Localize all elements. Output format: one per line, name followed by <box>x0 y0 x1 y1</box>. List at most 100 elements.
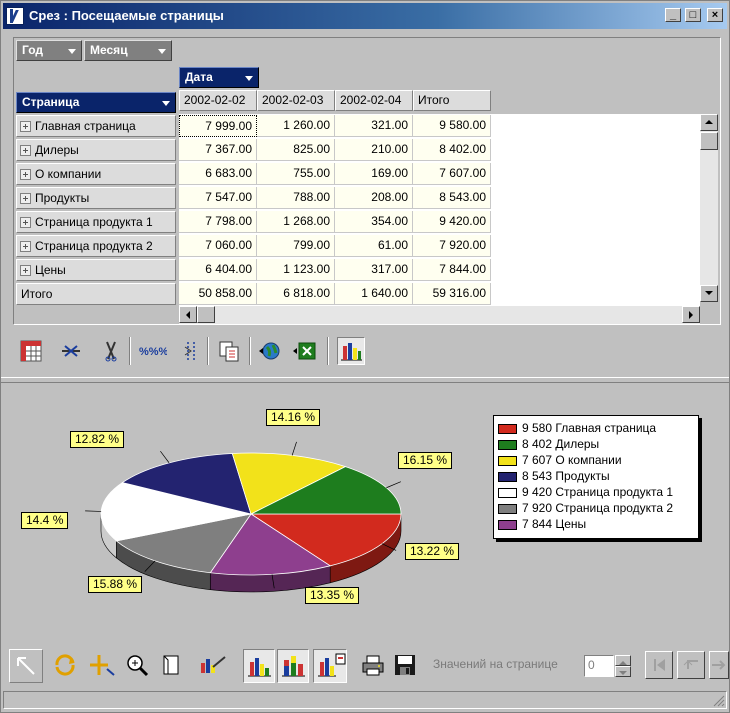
close-button[interactable]: × <box>707 8 723 22</box>
table-cell[interactable]: 9 420.00 <box>413 211 491 233</box>
row-header[interactable]: Страница продукта 2 <box>16 235 176 257</box>
spin-up-button[interactable] <box>615 655 631 666</box>
scroll-down-button[interactable] <box>700 285 718 302</box>
table-cell[interactable]: 6 683.00 <box>179 163 257 185</box>
table-cell[interactable]: 61.00 <box>335 235 413 257</box>
table-cell[interactable]: 6 404.00 <box>179 259 257 281</box>
row-header[interactable]: Страница продукта 1 <box>16 211 176 233</box>
maximize-button[interactable]: □ <box>685 8 701 22</box>
expand-icon[interactable] <box>20 121 31 132</box>
stacked-chart-icon[interactable] <box>277 649 309 683</box>
total-cell[interactable]: 6 818.00 <box>257 283 335 305</box>
table-cell[interactable]: 7 547.00 <box>179 187 257 209</box>
table-cell[interactable]: 7 367.00 <box>179 139 257 161</box>
table-cell[interactable]: 9 580.00 <box>413 115 491 137</box>
total-cell[interactable]: 1 640.00 <box>335 283 413 305</box>
web-export-icon[interactable] <box>257 339 281 363</box>
table-cell[interactable]: 755.00 <box>257 163 335 185</box>
row-header-label: Дилеры <box>35 143 79 157</box>
scroll-up-button[interactable] <box>700 114 718 131</box>
horizontal-scrollbar[interactable] <box>179 306 700 324</box>
row-header[interactable]: Продукты <box>16 187 176 209</box>
table-cell[interactable]: 354.00 <box>335 211 413 233</box>
table-cell[interactable]: 788.00 <box>257 187 335 209</box>
swap-axes-icon[interactable] <box>59 339 83 363</box>
total-cell[interactable]: 59 316.00 <box>413 283 491 305</box>
table-cell[interactable]: 7 798.00 <box>179 211 257 233</box>
chart-toggle-icon[interactable] <box>337 337 365 365</box>
table-cell[interactable]: 799.00 <box>257 235 335 257</box>
filter-field-year[interactable]: Год <box>16 40 82 61</box>
total-row-header[interactable]: Итого <box>16 283 176 305</box>
filter-field-month[interactable]: Месяц <box>84 40 172 61</box>
first-page-button[interactable] <box>645 651 673 679</box>
table-cell[interactable]: 8 402.00 <box>413 139 491 161</box>
table-cell[interactable]: 169.00 <box>335 163 413 185</box>
expand-icon[interactable] <box>20 193 31 204</box>
chart-edit-icon[interactable] <box>199 653 226 677</box>
column-header[interactable]: 2002-02-02 <box>179 90 257 111</box>
row-header[interactable]: Главная страница <box>16 115 176 137</box>
move-icon[interactable] <box>87 653 115 677</box>
spin-down-button[interactable] <box>615 666 631 677</box>
scroll-thumb[interactable] <box>700 132 718 150</box>
next-page-icon <box>712 660 726 670</box>
table-cell[interactable]: 7 607.00 <box>413 163 491 185</box>
expand-icon[interactable] <box>20 265 31 276</box>
column-header[interactable]: Итого <box>413 90 491 111</box>
table-cell[interactable]: 208.00 <box>335 187 413 209</box>
table-cell[interactable]: 7 844.00 <box>413 259 491 281</box>
expand-icon[interactable] <box>20 217 31 228</box>
row-header[interactable]: Дилеры <box>16 139 176 161</box>
table-cell[interactable]: 1 260.00 <box>257 115 335 137</box>
save-icon[interactable] <box>393 653 417 677</box>
rotate-icon[interactable] <box>53 653 77 677</box>
title-bar[interactable]: Срез : Посещаемые страницы _ □ × <box>3 3 727 29</box>
pointer-tool-icon[interactable] <box>9 649 43 683</box>
print-icon[interactable] <box>361 653 385 677</box>
column-header[interactable]: 2002-02-03 <box>257 90 335 111</box>
table-cell[interactable]: 7 999.00 <box>179 115 257 137</box>
pivot-layout-icon[interactable] <box>19 339 43 363</box>
row-field-page[interactable]: Страница <box>16 92 176 113</box>
row-header-label: О компании <box>35 167 102 181</box>
rows-per-page-input[interactable]: 0 <box>584 655 614 677</box>
sort-icon[interactable] <box>179 339 203 363</box>
row-header[interactable]: Цены <box>16 259 176 281</box>
table-cell[interactable]: 1 123.00 <box>257 259 335 281</box>
minimize-button[interactable]: _ <box>665 8 681 22</box>
table-cell[interactable]: 1 268.00 <box>257 211 335 233</box>
next-page-button[interactable] <box>709 651 729 679</box>
splitter[interactable] <box>1 377 729 383</box>
column-field-date[interactable]: Дата <box>179 67 259 88</box>
expand-icon[interactable] <box>20 241 31 252</box>
resize-grip-icon[interactable] <box>711 693 725 707</box>
row-header[interactable]: О компании <box>16 163 176 185</box>
scroll-thumb[interactable] <box>197 306 215 323</box>
pie-leader-line <box>160 450 170 464</box>
number-format-icon[interactable]: %%% <box>139 339 169 363</box>
prev-page-button[interactable] <box>677 651 705 679</box>
table-cell[interactable]: 210.00 <box>335 139 413 161</box>
table-cell[interactable]: 7 920.00 <box>413 235 491 257</box>
table-cell[interactable]: 7 060.00 <box>179 235 257 257</box>
scroll-left-button[interactable] <box>179 306 197 323</box>
vertical-scrollbar[interactable] <box>700 114 718 302</box>
total-cell[interactable]: 50 858.00 <box>179 283 257 305</box>
expand-icon[interactable] <box>20 145 31 156</box>
expand-icon[interactable] <box>20 169 31 180</box>
copy-icon[interactable] <box>217 339 241 363</box>
excel-export-icon[interactable] <box>291 339 316 363</box>
column-header[interactable]: 2002-02-04 <box>335 90 413 111</box>
table-cell[interactable]: 825.00 <box>257 139 335 161</box>
app-icon[interactable] <box>6 7 24 25</box>
bar-chart-icon[interactable] <box>243 649 275 683</box>
table-cell[interactable]: 8 543.00 <box>413 187 491 209</box>
table-cell[interactable]: 317.00 <box>335 259 413 281</box>
page-icon[interactable] <box>159 653 183 677</box>
table-cell[interactable]: 321.00 <box>335 115 413 137</box>
zoom-icon[interactable] <box>125 653 149 677</box>
scroll-right-button[interactable] <box>682 306 700 323</box>
cut-icon[interactable] <box>99 339 123 363</box>
chart-legend-icon[interactable] <box>313 649 347 683</box>
